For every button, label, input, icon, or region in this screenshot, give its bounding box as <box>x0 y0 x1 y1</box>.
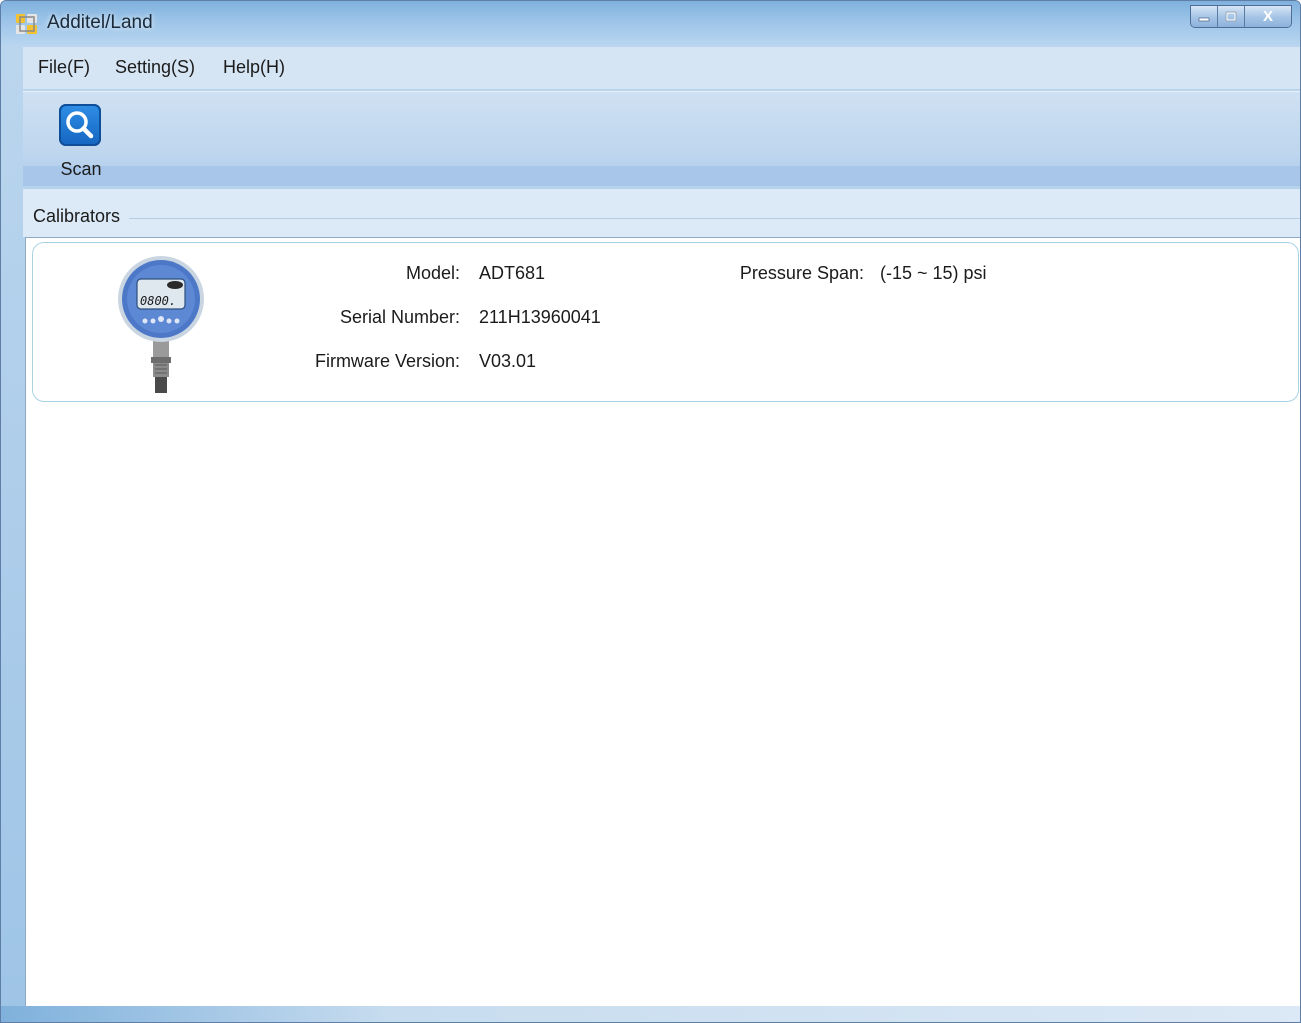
serial-number-value: 211H13960041 <box>479 307 601 327</box>
menu-setting[interactable]: Setting(S) <box>115 57 195 78</box>
pressure-gauge-image: 0800. <box>117 255 205 397</box>
calibrators-list: 0800. Model: ADT681 Serial Number: 211H1… <box>25 237 1300 1009</box>
model-label: Model: <box>405 263 460 283</box>
firmware-version-value: V03.01 <box>479 351 537 371</box>
calibrators-group-header: Calibrators <box>23 189 1300 237</box>
calibrators-group-label: Calibrators <box>33 206 121 226</box>
gauge-display: 0800. <box>140 294 176 308</box>
model-value: ADT681 <box>479 263 546 283</box>
menu-bar: File(F) Setting(S) Help(H) <box>23 47 1300 89</box>
scan-button[interactable]: Scan <box>53 104 109 180</box>
app-window: Additel/Land X File(F) Setting(S) Help(H… <box>0 0 1301 1023</box>
pressure-span-value: (-15 ~ 15) psi <box>880 263 987 283</box>
device-card[interactable]: 0800. Model: ADT681 Serial Number: 211H1… <box>32 242 1299 402</box>
firmware-version-label: Firmware Version: <box>314 351 460 371</box>
scan-label: Scan <box>60 159 102 179</box>
minimize-button[interactable] <box>1191 6 1218 27</box>
window-bottom-border <box>1 1006 1300 1022</box>
minimize-icon <box>1198 12 1210 22</box>
window-title: Additel/Land <box>47 12 153 33</box>
toolbar-band <box>23 166 1300 186</box>
search-icon <box>59 104 101 146</box>
window-controls: X <box>1190 5 1292 28</box>
maximize-icon <box>1225 11 1237 22</box>
close-button[interactable]: X <box>1245 6 1291 27</box>
serial-number-label: Serial Number: <box>339 307 460 327</box>
menu-file[interactable]: File(F) <box>38 57 90 78</box>
toolbar: Scan <box>23 91 1300 186</box>
group-divider <box>129 218 1300 219</box>
close-icon: X <box>1262 8 1273 25</box>
maximize-button[interactable] <box>1218 6 1245 27</box>
pressure-span-label: Pressure Span: <box>739 263 864 283</box>
title-bar[interactable]: Additel/Land X <box>1 1 1300 45</box>
menu-help[interactable]: Help(H) <box>223 57 285 78</box>
app-logo-icon <box>15 12 39 36</box>
